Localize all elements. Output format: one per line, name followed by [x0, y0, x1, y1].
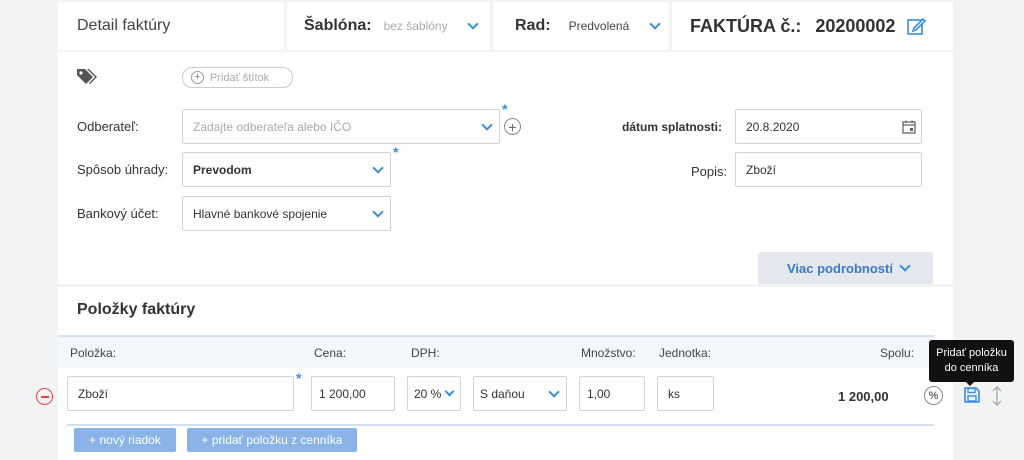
item-unit-value: ks — [668, 386, 680, 401]
item-vat-mode-value: S daňou — [480, 386, 525, 401]
col-price: Cena: — [314, 346, 347, 360]
payment-label: Spôsob úhrady: — [77, 162, 169, 177]
remove-row-button[interactable] — [36, 388, 53, 405]
chevron-down-icon — [372, 162, 384, 174]
row-divider — [67, 424, 934, 426]
col-vat: DPH: — [411, 346, 440, 360]
due-date-input[interactable]: 20.8.2020 — [735, 109, 922, 144]
save-to-catalog-icon[interactable] — [964, 387, 980, 403]
item-name-value: Zboží — [78, 386, 109, 401]
add-tag-label: Pridať štítok — [210, 71, 270, 84]
customer-placeholder: Zadajte odberateľa alebo IČO — [193, 119, 352, 134]
due-date-label: dátum splatnosti: — [622, 120, 723, 134]
items-table-header — [58, 335, 935, 368]
bank-value: Hlavné bankové spojenie — [193, 206, 328, 221]
invoice-label: FAKTÚRA č.: — [690, 15, 802, 36]
description-input[interactable]: Zboží — [735, 152, 922, 187]
new-row-button[interactable]: + nový riadok — [74, 428, 176, 452]
due-date-value: 20.8.2020 — [746, 119, 800, 134]
payment-value: Prevodom — [193, 162, 252, 177]
required-mark: * — [393, 144, 399, 160]
add-from-catalog-label: + pridať položku z cenníka — [201, 433, 343, 447]
chevron-down-icon — [467, 18, 479, 30]
edit-icon[interactable] — [906, 16, 926, 36]
item-price-input[interactable]: 1 200,00 — [311, 376, 395, 411]
required-mark: * — [296, 370, 302, 386]
reorder-handle-icon[interactable] — [992, 386, 1002, 406]
item-vat-select[interactable]: 20 % — [407, 376, 461, 411]
item-name-input[interactable]: Zboží — [67, 376, 294, 411]
series-selector[interactable]: Rad: Predvolená — [493, 2, 669, 50]
chevron-down-icon — [444, 386, 455, 397]
item-unit-input[interactable]: ks — [657, 376, 714, 411]
minus-icon — [40, 395, 49, 398]
tooltip: Pridať položku do cenníka — [929, 340, 1014, 382]
item-qty-value: 1,00 — [587, 386, 611, 401]
customer-label: Odberateľ: — [77, 119, 139, 134]
payment-select[interactable]: Prevodom — [182, 152, 391, 187]
template-selector[interactable]: Šablóna: bez šablóny — [287, 2, 490, 50]
plus-circle-icon: + — [191, 71, 204, 84]
add-tag-button[interactable]: + Pridať štítok — [182, 67, 293, 88]
items-title: Položky faktúry — [77, 301, 196, 318]
more-details-button[interactable]: Viac podrobností — [758, 252, 933, 284]
add-from-catalog-button[interactable]: + pridať položku z cenníka — [187, 428, 357, 452]
more-details-label: Viac podrobností — [787, 260, 893, 276]
chevron-down-icon — [649, 18, 661, 30]
discount-button[interactable]: % — [924, 386, 943, 405]
description-label: Popis: — [691, 164, 728, 179]
col-unit: Jednotka: — [659, 346, 712, 360]
bank-select[interactable]: Hlavné bankové spojenie — [182, 196, 391, 231]
bank-label: Bankový účet: — [77, 206, 159, 221]
col-qty: Množstvo: — [581, 346, 636, 360]
tags-icon — [77, 69, 97, 84]
series-label: Rad: — [515, 17, 551, 34]
new-row-label: + nový riadok — [89, 433, 161, 447]
chevron-down-icon — [548, 386, 560, 398]
item-price-value: 1 200,00 — [319, 386, 366, 401]
template-value: bez šablóny — [383, 19, 448, 33]
series-value: Predvolená — [568, 19, 630, 33]
add-customer-button[interactable]: + — [504, 118, 521, 135]
calendar-icon[interactable] — [902, 120, 916, 134]
header-title-cell: Detail faktúry — [58, 2, 284, 50]
page-title: Detail faktúry — [77, 17, 171, 34]
tooltip-arrow — [965, 381, 975, 386]
chevron-down-icon — [899, 260, 911, 272]
customer-input[interactable]: Zadajte odberateľa alebo IČO — [182, 109, 500, 144]
chevron-down-icon — [481, 119, 493, 131]
col-total: Spolu: — [880, 346, 915, 360]
col-item: Položka: — [70, 346, 117, 360]
item-vat-mode-select[interactable]: S daňou — [473, 376, 567, 411]
required-mark: * — [502, 101, 508, 117]
item-total: 1 200,00 — [838, 389, 889, 404]
chevron-down-icon — [372, 206, 384, 218]
invoice-number: 20200002 — [815, 15, 896, 36]
item-qty-input[interactable]: 1,00 — [579, 376, 645, 411]
invoice-number-cell: FAKTÚRA č.: 20200002 — [672, 2, 953, 50]
template-label: Šablóna: — [304, 17, 372, 34]
item-vat-value: 20 % — [414, 386, 442, 401]
description-value: Zboží — [746, 162, 777, 177]
tooltip-text: Pridať položku do cenníka — [936, 347, 1007, 374]
